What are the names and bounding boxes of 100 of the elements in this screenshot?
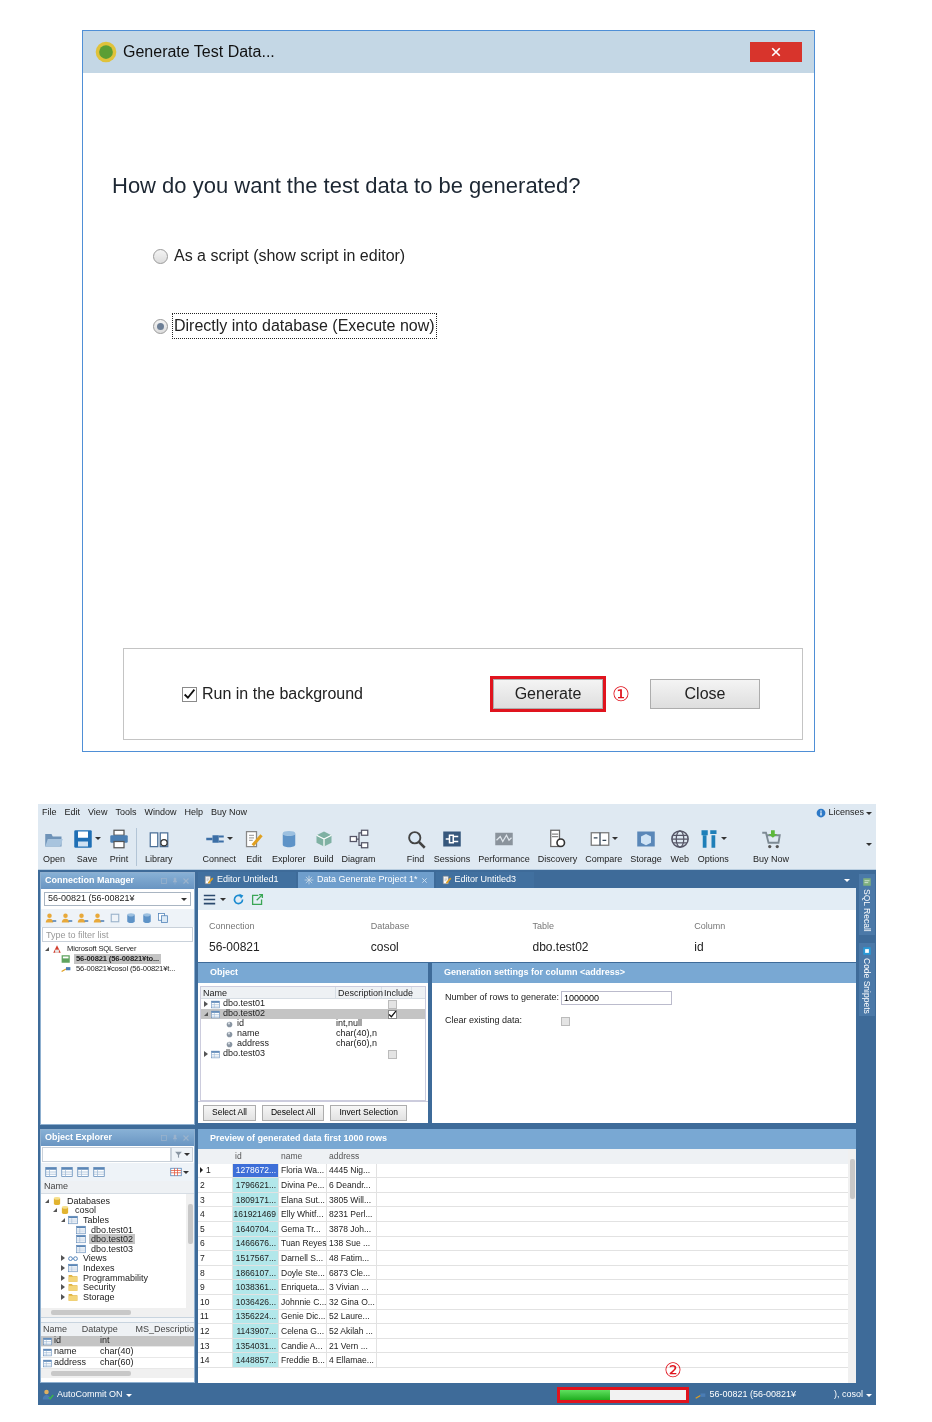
toolbar-button[interactable]: Library [136,827,174,866]
scrollbar[interactable] [186,1194,194,1308]
table-cell: Divina Pe... [279,1178,327,1193]
table-icon [211,1009,220,1019]
scrollbar[interactable] [41,1308,194,1317]
menu-item[interactable]: Tools [115,806,137,820]
autocommit-button[interactable]: AutoCommit ON [42,1388,132,1402]
checkbox[interactable] [388,1009,397,1019]
table-row[interactable]: dbo.test03 [201,1049,425,1059]
export-button[interactable] [251,892,264,906]
expand-arrow[interactable] [61,1284,65,1291]
panel-button[interactable]: Select All [203,1104,256,1121]
tree-item[interactable]: dbo.test03 [89,1243,136,1254]
checkbox[interactable] [561,1016,570,1026]
menu-item[interactable]: Help [184,806,203,820]
menu-item[interactable]: View [88,806,108,820]
database-button[interactable]: ), cosol [834,1388,872,1402]
table-row[interactable]: name char(40),n [201,1029,425,1039]
tree-item[interactable]: Storage [81,1291,117,1302]
table-cell: 3878 Joh... [327,1221,377,1237]
collapse-arrow[interactable] [53,1208,57,1213]
expand-arrow[interactable] [61,1293,65,1300]
table-cell[interactable]: 161921469 [233,1207,279,1222]
table-row[interactable]: id int [41,1336,194,1347]
toolbar-button[interactable]: Sessions [432,827,472,866]
toolbar-button[interactable]: Web [668,827,691,866]
tree-item[interactable]: Indexes [81,1262,117,1273]
side-tab[interactable]: SQL Recall [859,874,875,935]
view-button[interactable] [168,1166,190,1178]
toolbar-button[interactable]: Print [108,827,131,866]
menu-item[interactable]: Buy Now [210,806,247,820]
toolbar-button[interactable]: Build [312,827,335,866]
tab[interactable]: Editor Untitled1 [198,872,296,888]
table-cell[interactable]: 1517567... [233,1251,279,1266]
tree-item[interactable]: Programmability [81,1272,151,1283]
toolbar-button[interactable]: Compare [584,827,624,866]
toolbar-button[interactable]: Performance [477,827,531,866]
collapse-arrow[interactable] [45,947,49,951]
table-row[interactable]: name char(40) [41,1347,194,1358]
table-icon [76,1224,86,1235]
connection-dropdown[interactable]: 56-00821 (56-00821¥ [44,892,191,906]
caret-icon [184,1153,190,1156]
tree-item[interactable]: Views [81,1253,109,1264]
panel-button[interactable]: Deselect All [261,1104,325,1121]
radio-button[interactable] [153,318,168,334]
side-tab[interactable]: Code Snippets [859,942,875,1017]
table-cell[interactable]: 1796621... [233,1178,279,1193]
tree-item[interactable]: cosol [73,1205,98,1216]
expand-arrow[interactable] [61,1274,65,1281]
filter-field[interactable]: Type to filter list [42,927,193,942]
tree-item[interactable]: dbo.test02 [89,1234,136,1245]
menu-item[interactable]: Edit [64,806,81,820]
toolbar-button[interactable]: Explorer [271,827,307,866]
table-cell: Johnnie C... [279,1294,327,1310]
radio-button[interactable] [153,248,168,264]
checkbox[interactable] [388,1049,397,1059]
table-row[interactable]: id int,null [201,1019,425,1029]
collapse-arrow[interactable] [45,1198,49,1203]
number-field[interactable]: 1000000 [561,991,672,1005]
licenses-button[interactable]: Licenses [816,806,872,820]
option-label[interactable]: As a script (show script in editor) [173,244,407,268]
table-cell[interactable]: 1038361... [233,1280,279,1295]
filter-field[interactable] [42,1147,171,1162]
menu-button[interactable] [203,892,226,906]
table-row[interactable]: address char(60),n [201,1039,425,1049]
tree-item[interactable]: dbo.test01 [89,1224,136,1235]
toolbar-button[interactable]: Diagram [340,827,377,866]
table-row[interactable]: dbo.test02 [201,1009,425,1019]
toolbar-button[interactable]: Edit [243,827,266,866]
table-cell[interactable]: 1448857... [233,1353,279,1368]
tree-item[interactable]: Databases [65,1195,113,1206]
menu-item[interactable]: Window [144,806,177,820]
tree-item[interactable]: Tables [81,1215,111,1225]
table-cell[interactable]: 1143907... [233,1324,279,1339]
toolbar-button[interactable]: Options [696,827,730,866]
close-button[interactable] [750,42,802,62]
expand-arrow[interactable] [61,1255,65,1262]
scrollbar[interactable] [41,1369,194,1378]
dialog-button[interactable]: Generate [493,679,603,709]
toolbar-button[interactable]: Find [404,827,427,866]
option-label[interactable]: Directly into database (Execute now) [173,314,436,338]
tree-item[interactable]: Security [81,1282,118,1293]
document-icon [441,875,452,885]
toolbar-button[interactable]: Connect [201,827,238,866]
scrollbar[interactable] [848,1149,856,1383]
tab[interactable]: Editor Untitled3 [435,872,534,888]
refresh-button[interactable] [232,892,245,906]
panel-button[interactable]: Invert Selection [330,1104,407,1121]
panel-header: Preview of generated data first 1000 rows [198,1129,856,1149]
toolbar-button[interactable]: Open [42,827,67,866]
toolbar-button[interactable]: Save [72,827,103,866]
toolbar-button[interactable]: Discovery [536,827,579,866]
checkbox[interactable] [388,999,397,1009]
user-icon [45,912,57,924]
checkbox-label[interactable]: Run in the background [202,682,363,706]
toolbar-button[interactable]: Storage [629,827,663,866]
dialog-button[interactable]: Close [650,679,760,709]
toolbar-button[interactable]: Buy Now [752,827,790,866]
menu-item[interactable]: File [42,806,57,820]
checkbox[interactable] [182,686,197,702]
